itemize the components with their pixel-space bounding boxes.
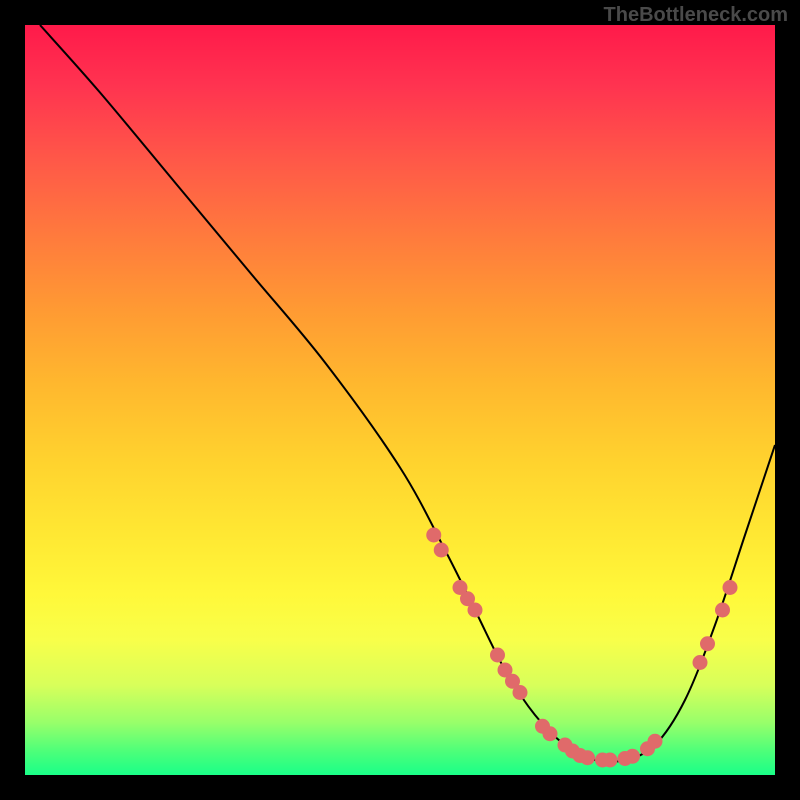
curve-marker [580, 750, 595, 765]
curve-marker [426, 528, 441, 543]
plot-area [25, 25, 775, 775]
curve-marker [603, 753, 618, 768]
curve-marker [693, 655, 708, 670]
curve-marker [490, 648, 505, 663]
curve-marker [700, 636, 715, 651]
bottleneck-curve-svg [25, 25, 775, 775]
curve-markers [426, 528, 737, 768]
curve-marker [723, 580, 738, 595]
curve-marker [543, 726, 558, 741]
curve-marker [434, 543, 449, 558]
curve-marker [715, 603, 730, 618]
curve-marker [468, 603, 483, 618]
curve-marker [648, 734, 663, 749]
watermark-text: TheBottleneck.com [604, 4, 788, 27]
curve-marker [513, 685, 528, 700]
bottleneck-curve-path [40, 25, 775, 762]
curve-marker [625, 749, 640, 764]
